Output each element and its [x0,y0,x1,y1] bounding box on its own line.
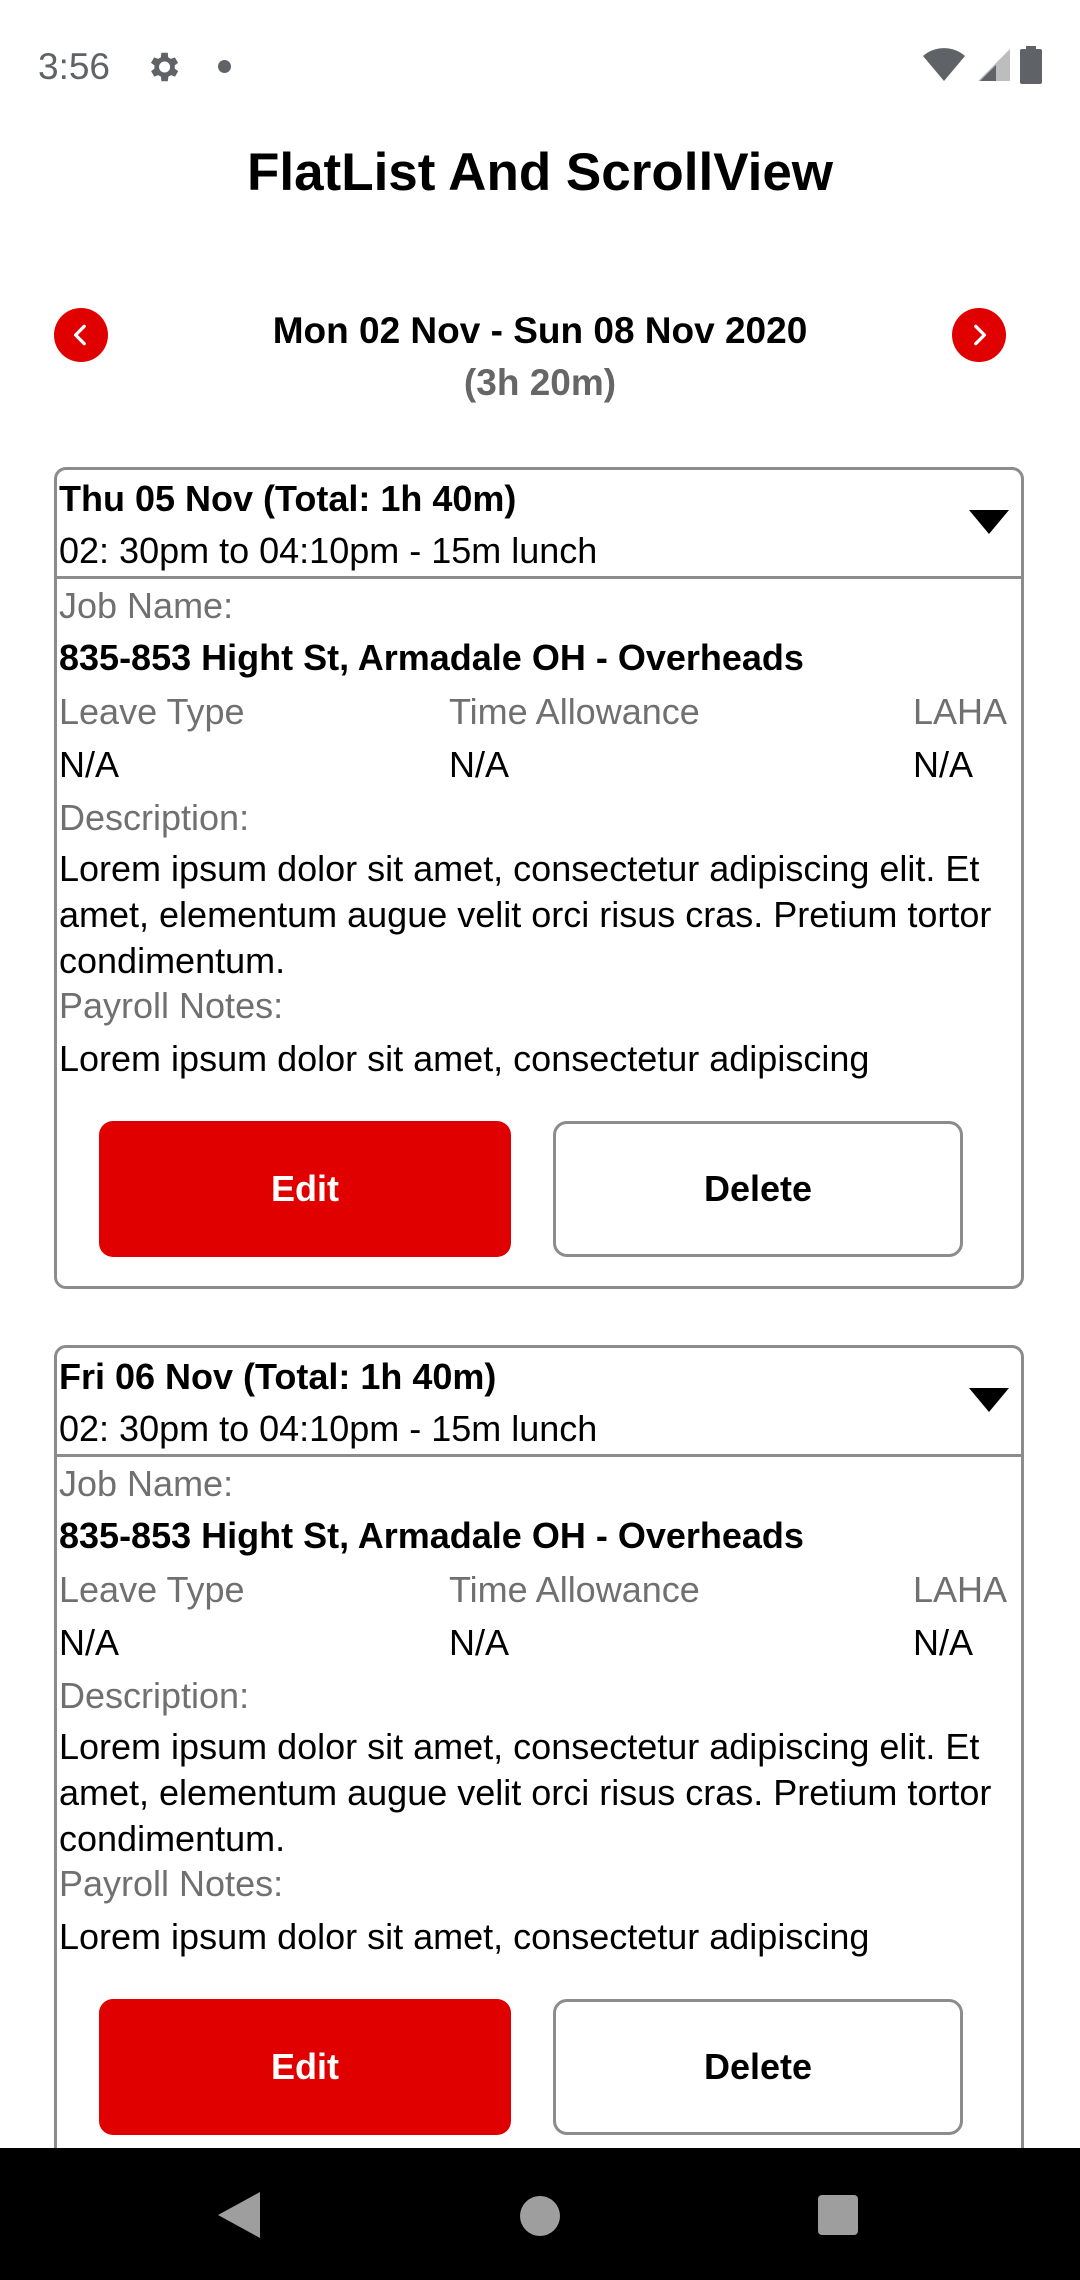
caret-down-icon[interactable] [969,510,1009,534]
status-time: 3:56 [38,46,111,87]
laha-value: N/A [913,1622,974,1663]
job-name-label: Job Name: [59,585,234,626]
timesheet-entry-card: Fri 06 Nov (Total: 1h 40m) 02: 30pm to 0… [54,1345,1024,2185]
laha-label: LAHA [913,1569,1008,1610]
entry-date-total: Thu 05 Nov (Total: 1h 40m) [59,478,517,519]
home-icon[interactable] [520,2196,560,2236]
payroll-notes-label: Payroll Notes: [59,1863,284,1904]
status-icons [922,46,1042,89]
time-allowance-value: N/A [449,744,510,785]
chevron-right-icon [974,324,987,346]
time-allowance-label: Time Allowance [449,691,700,732]
payroll-notes-value: Lorem ipsum dolor sit amet, consectetur … [59,1038,870,1079]
cell-signal-icon [976,47,1010,88]
time-allowance-label: Time Allowance [449,1569,700,1610]
page-title: FlatList And ScrollView [246,143,834,202]
job-name-label: Job Name: [59,1463,234,1504]
delete-button[interactable]: Delete [553,1999,963,2135]
leave-type-label: Leave Type [59,691,245,732]
leave-type-value: N/A [59,1622,120,1663]
job-name-value: 835-853 Hight St, Armadale OH - Overhead… [59,1515,804,1556]
timesheet-entry-card: Thu 05 Nov (Total: 1h 40m) 02: 30pm to 0… [54,467,1024,1289]
entry-time-range: 02: 30pm to 04:10pm - 15m lunch [59,530,598,571]
laha-label: LAHA [913,691,1008,732]
edit-button[interactable]: Edit [99,1121,511,1257]
system-navigation-bar [0,2148,1080,2280]
caret-down-icon[interactable] [969,1388,1009,1412]
description-value: Lorem ipsum dolor sit amet, consectetur … [59,1726,992,1859]
back-icon[interactable] [218,2192,260,2238]
notification-dot-icon [218,60,231,73]
laha-value: N/A [913,744,974,785]
entry-date-total: Fri 06 Nov (Total: 1h 40m) [59,1356,497,1397]
leave-type-label: Leave Type [59,1569,245,1610]
time-allowance-value: N/A [449,1622,510,1663]
description-label: Description: [59,797,250,838]
leave-type-value: N/A [59,744,120,785]
week-navigator: Mon 02 Nov - Sun 08 Nov 2020 (3h 20m) [0,300,1080,420]
edit-button[interactable]: Edit [99,1999,511,2135]
entry-header[interactable]: Thu 05 Nov (Total: 1h 40m) 02: 30pm to 0… [57,470,1021,579]
payroll-notes-label: Payroll Notes: [59,985,284,1026]
status-bar: 3:56 [0,0,1080,136]
job-name-value: 835-853 Hight St, Armadale OH - Overhead… [59,637,804,678]
payroll-notes-value: Lorem ipsum dolor sit amet, consectetur … [59,1916,870,1957]
description-value: Lorem ipsum dolor sit amet, consectetur … [59,848,992,981]
settings-gear-icon [144,48,182,91]
entry-header[interactable]: Fri 06 Nov (Total: 1h 40m) 02: 30pm to 0… [57,1348,1021,1457]
entry-time-range: 02: 30pm to 04:10pm - 15m lunch [59,1408,598,1449]
delete-button[interactable]: Delete [553,1121,963,1257]
description-label: Description: [59,1675,250,1716]
week-total: (3h 20m) [463,362,617,403]
next-week-button[interactable] [952,308,1006,362]
week-range: Mon 02 Nov - Sun 08 Nov 2020 [272,310,808,351]
battery-icon [1020,46,1042,89]
recent-apps-icon[interactable] [818,2195,858,2235]
wifi-icon [922,47,966,88]
